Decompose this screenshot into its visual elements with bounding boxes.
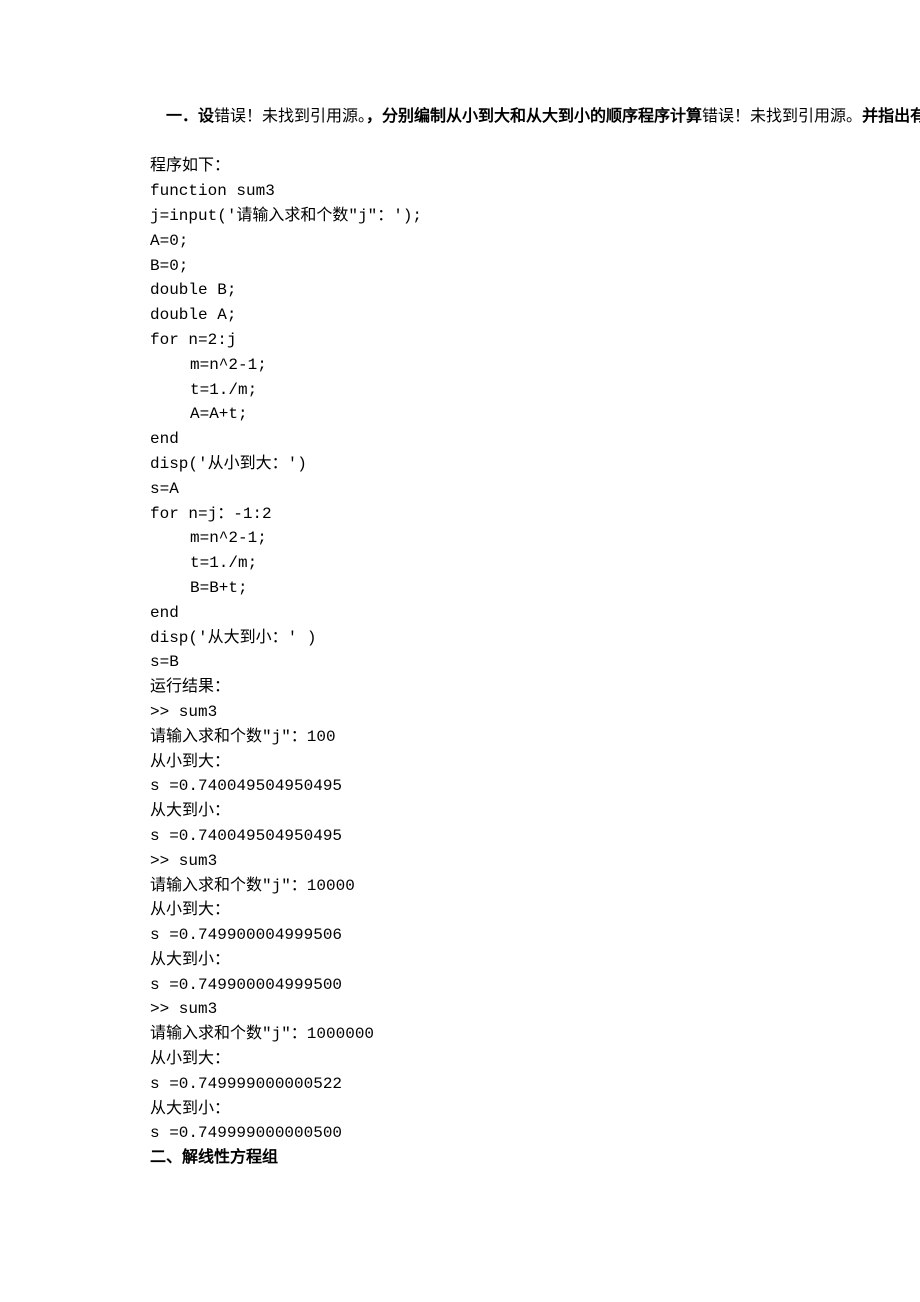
output-line: 从大到小：: [150, 948, 770, 973]
output-line: 请输入求和个数"j"：10000: [150, 874, 770, 899]
output-line: 从大到小：: [150, 799, 770, 824]
output-line: >> sum3: [150, 997, 770, 1022]
output-line: s =0.740049504950495: [150, 774, 770, 799]
heading-1-mid: ，分别编制从小到大和从大到小的顺序程序计算: [366, 108, 702, 125]
code-line-indent: m=n^2-1;: [150, 526, 770, 551]
output-line: 从大到小：: [150, 1097, 770, 1122]
code-line-indent: A=A+t;: [150, 402, 770, 427]
output-line: s =0.749999000000522: [150, 1072, 770, 1097]
output-line: 从小到大：: [150, 1047, 770, 1072]
output-line: s =0.749900004999500: [150, 973, 770, 998]
code-line: s=B: [150, 650, 770, 675]
code-line: s=A: [150, 477, 770, 502]
output-line: s =0.749900004999506: [150, 923, 770, 948]
code-line: function sum3: [150, 179, 770, 204]
output-line: 请输入求和个数"j"：100: [150, 725, 770, 750]
heading-1: 一．设错误！未找到引用源。，分别编制从小到大和从大到小的顺序程序计算错误！未找到…: [150, 80, 770, 154]
heading-1-error1: 错误！未找到引用源。: [214, 108, 366, 125]
code-line: disp('从大到小：' ): [150, 626, 770, 651]
code-line: double A;: [150, 303, 770, 328]
run-label: 运行结果：: [150, 675, 770, 700]
heading-2: 二、解线性方程组: [150, 1146, 770, 1171]
code-line: end: [150, 601, 770, 626]
code-line: disp('从小到大：'): [150, 452, 770, 477]
heading-1-suffix: 并指出有效位数。: [862, 108, 920, 125]
heading-1-prefix: 一．设: [166, 108, 214, 125]
code-line-indent: B=B+t;: [150, 576, 770, 601]
output-line: s =0.749999000000500: [150, 1121, 770, 1146]
output-line: >> sum3: [150, 700, 770, 725]
code-line-indent: t=1./m;: [150, 378, 770, 403]
code-line: B=0;: [150, 254, 770, 279]
output-line: >> sum3: [150, 849, 770, 874]
output-line: 从小到大：: [150, 898, 770, 923]
code-line-indent: m=n^2-1;: [150, 353, 770, 378]
document-page: 一．设错误！未找到引用源。，分别编制从小到大和从大到小的顺序程序计算错误！未找到…: [0, 0, 920, 1231]
code-line-indent: t=1./m;: [150, 551, 770, 576]
code-line: j=input('请输入求和个数"j"：');: [150, 204, 770, 229]
output-line: 请输入求和个数"j"：1000000: [150, 1022, 770, 1047]
code-line: for n=2:j: [150, 328, 770, 353]
output-line: s =0.740049504950495: [150, 824, 770, 849]
code-line: for n=j：-1:2: [150, 502, 770, 527]
output-line: 从小到大：: [150, 750, 770, 775]
program-label: 程序如下：: [150, 154, 770, 179]
heading-1-error2: 错误！未找到引用源。: [702, 108, 862, 125]
code-line: end: [150, 427, 770, 452]
code-line: A=0;: [150, 229, 770, 254]
code-line: double B;: [150, 278, 770, 303]
